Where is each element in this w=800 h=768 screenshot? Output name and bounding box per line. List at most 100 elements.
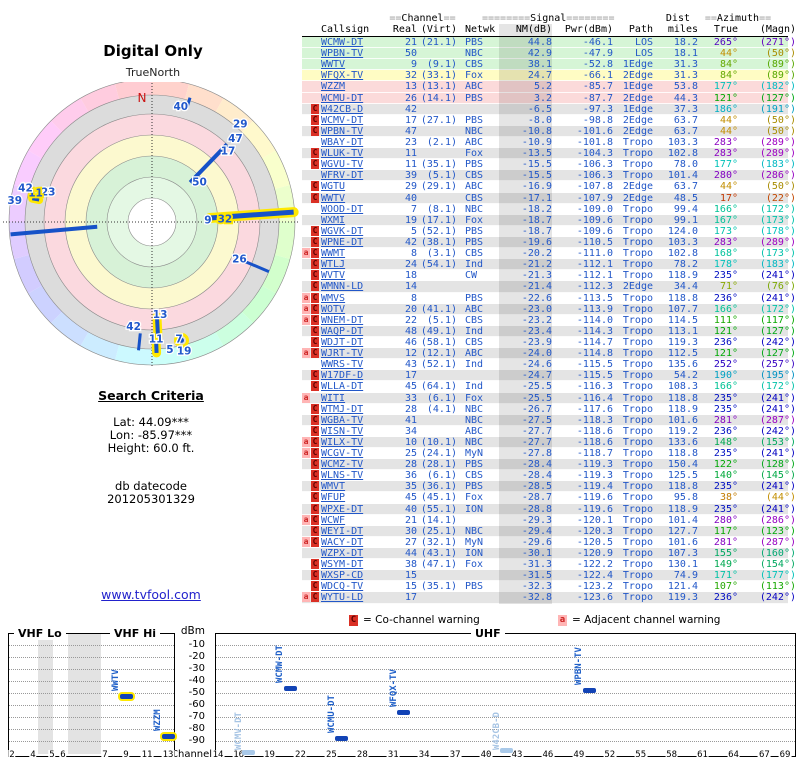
adjacent-marker-slot — [302, 148, 310, 158]
radar-channel-label: 39 — [7, 195, 22, 207]
callsign-link[interactable]: WWTV — [321, 59, 345, 70]
callsign-link[interactable]: WCMW-DT — [321, 37, 363, 48]
path-cell: Tropo — [622, 403, 653, 415]
callsign-link[interactable]: WPNE-DT — [321, 237, 363, 248]
callsign-link[interactable]: WMNN-LD — [321, 281, 363, 292]
callsign-link[interactable]: WFQX-TV — [321, 70, 363, 81]
co-channel-marker: C — [311, 348, 319, 359]
callsign-link[interactable]: WCMU-DT — [321, 93, 363, 104]
nm-db-cell: 3.2 — [499, 92, 552, 104]
real-channel-cell: 39 — [404, 170, 417, 182]
callsign-link[interactable]: WGVU-TV — [321, 159, 363, 170]
callsign-link[interactable]: WPBN-TV — [321, 126, 363, 137]
nm-db-cell: -32.3 — [499, 581, 552, 593]
callsign-link[interactable]: WOOD-DT — [321, 204, 363, 215]
callsign-link[interactable]: WMVT — [321, 481, 345, 492]
row-markers: C — [302, 503, 321, 515]
azimuth-true-cell: 177° — [713, 81, 738, 93]
callsign-link[interactable]: WCWF — [321, 515, 345, 526]
callsign-link[interactable]: WITI — [321, 393, 345, 404]
callsign-link[interactable]: WFRV-DT — [321, 170, 363, 181]
callsign-link[interactable]: WEYI-DT — [321, 526, 363, 537]
callsign-link[interactable]: WAQP-DT — [321, 326, 363, 337]
callsign-link[interactable]: WDCQ-TV — [321, 581, 363, 592]
table-row: C WLUK-TV 11 Fox -13.5 -104.3 Tropo 102.8 283° (2… — [302, 148, 796, 160]
azimuth-true-cell: 149° — [713, 559, 738, 571]
callsign-link[interactable]: WDJT-DT — [321, 337, 363, 348]
channel-tick-label: 58 — [665, 750, 679, 760]
callsign-link[interactable]: WCGV-TV — [321, 448, 363, 459]
callsign-link[interactable]: WJRT-TV — [321, 348, 363, 359]
callsign-link[interactable]: WZPX-DT — [321, 548, 363, 559]
network-cell: PBS — [465, 236, 484, 248]
callsign-link[interactable]: WLUK-TV — [321, 148, 363, 159]
path-cell: Tropo — [622, 303, 653, 315]
callsign-link[interactable]: WISN-TV — [321, 426, 363, 437]
callsign-link[interactable]: WTLJ — [321, 259, 345, 270]
pwr-dbm-cell: -119.6 — [576, 503, 613, 515]
callsign-link[interactable]: WFUP — [321, 492, 345, 503]
callsign-link[interactable]: WPXE-DT — [321, 504, 363, 515]
real-channel-cell: 10 — [404, 436, 417, 448]
callsign-link[interactable]: WLLA-DT — [321, 381, 363, 392]
callsign-link[interactable]: WNEM-DT — [321, 315, 363, 326]
table-row: C WMNN-LD 14 -21.4 -112.3 2Edge 34.4 71° (76°) — [302, 281, 796, 293]
co-channel-marker: C — [311, 592, 319, 603]
callsign-link[interactable]: WYTU-LD — [321, 592, 363, 603]
azimuth-magn-cell: (127°) — [759, 348, 796, 360]
real-channel-cell: 50 — [404, 48, 417, 60]
callsign-link[interactable]: WILX-TV — [321, 437, 363, 448]
adjacent-marker-slot — [302, 270, 310, 280]
callsign-link[interactable]: WXMI — [321, 215, 345, 226]
azimuth-magn-cell: (289°) — [759, 136, 796, 148]
network-cell: Ind — [465, 381, 484, 393]
network-cell — [457, 570, 499, 581]
callsign-link[interactable]: WGBA-TV — [321, 415, 363, 426]
dbm-gridline — [216, 669, 795, 670]
adjacent-marker-slot — [302, 37, 310, 47]
virt-channel-cell: (6.1) — [426, 470, 457, 482]
azimuth-true-cell: 140° — [713, 470, 738, 482]
callsign-link[interactable]: WOTV — [321, 304, 345, 315]
col-miles: miles — [667, 24, 698, 35]
callsign-link[interactable]: WPBN-TV — [321, 48, 363, 59]
tvfool-link[interactable]: www.tvfool.com — [0, 587, 302, 602]
callsign-link[interactable]: WXSP-CD — [321, 570, 363, 581]
callsign-link[interactable]: WGVK-DT — [321, 226, 363, 237]
azimuth-group-header: ==Azimuth== — [704, 13, 772, 24]
callsign-link[interactable]: WACY-DT — [321, 537, 363, 548]
callsign-link[interactable]: WCMZ-TV — [321, 459, 363, 470]
azimuth-magn-cell: (172°) — [759, 203, 796, 215]
pwr-dbm-cell: -115.5 — [576, 370, 613, 382]
callsign-link[interactable]: WTMJ-DT — [321, 404, 363, 415]
callsign-link[interactable]: WCMV-DT — [321, 115, 363, 126]
callsign-link[interactable]: WZZM — [321, 81, 345, 92]
callsign-link[interactable]: WWTV — [321, 193, 345, 204]
azimuth-true-cell: 235° — [713, 403, 738, 415]
dist-miles-cell: 121.4 — [667, 581, 698, 593]
callsign-link[interactable]: WMVS — [321, 293, 345, 304]
adjacent-channel-legend-icon: a — [558, 615, 567, 626]
callsign-link[interactable]: WWRS-TV — [321, 359, 363, 370]
callsign-cell: WMVS — [321, 293, 386, 304]
callsign-link[interactable]: WLNS-TV — [321, 470, 363, 481]
callsign-link[interactable]: W42CB-D — [321, 104, 363, 115]
pwr-dbm-cell: -116.3 — [576, 381, 613, 393]
nm-db-cell: -19.6 — [499, 236, 552, 249]
row-markers: C — [302, 425, 321, 437]
callsign-link[interactable]: WSYM-DT — [321, 559, 363, 570]
virt-channel-cell: (47.1) — [420, 559, 457, 571]
virt-channel-cell: (54.1) — [420, 259, 457, 271]
callsign-cell: WLUK-TV — [321, 148, 386, 159]
row-markers: C — [302, 325, 321, 337]
callsign-link[interactable]: WBAY-DT — [321, 137, 363, 148]
callsign-link[interactable]: WWMT — [321, 248, 345, 259]
real-channel-cell: 14 — [404, 281, 417, 293]
callsign-link[interactable]: W17DF-D — [321, 370, 363, 381]
callsign-link[interactable]: WGTU — [321, 181, 345, 192]
nm-db-cell: -29.4 — [499, 525, 552, 537]
adjacent-marker-slot — [302, 70, 310, 80]
callsign-link[interactable]: WVTV — [321, 270, 345, 281]
network-cell: MyN — [465, 448, 484, 460]
callsign-cell: WVTV — [321, 270, 386, 281]
